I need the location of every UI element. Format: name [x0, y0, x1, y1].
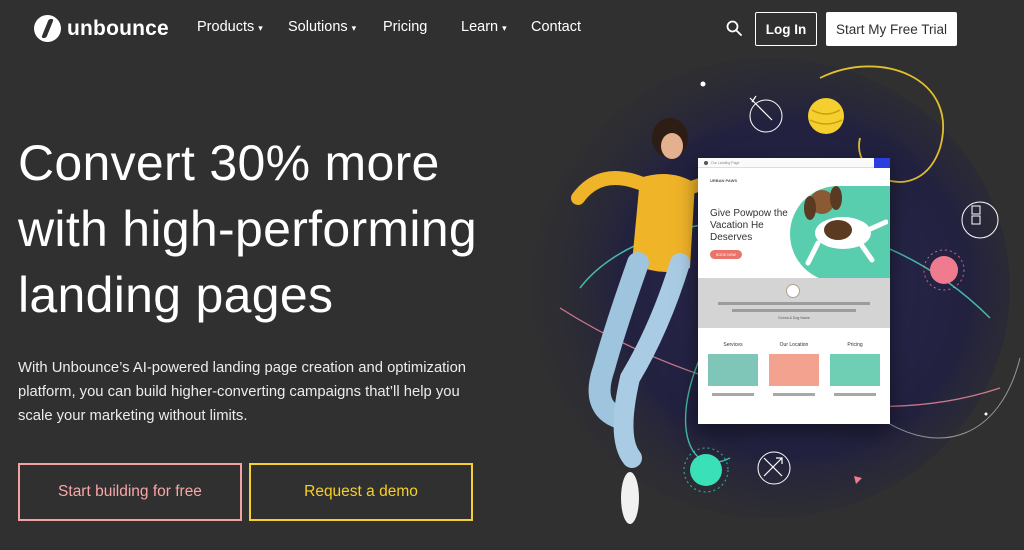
- request-demo-button[interactable]: Request a demo: [249, 463, 473, 521]
- hero-headline: Convert 30% more with high-performing la…: [18, 130, 518, 328]
- start-building-button[interactable]: Start building for free: [18, 463, 242, 521]
- preview-columns: Services Our Location Pricing: [698, 328, 890, 423]
- preview-column-pricing: Pricing: [830, 342, 880, 396]
- location-dog-image: [769, 354, 819, 386]
- preview-text-line: [834, 393, 876, 396]
- nav-item-solutions[interactable]: Solutions ▾: [288, 19, 356, 35]
- landing-page-preview: Our Landing Page URBAN PAWS Give Powpow …: [698, 158, 890, 424]
- browser-label: Our Landing Page: [711, 160, 740, 165]
- hero-subtext: With Unbounce’s AI-powered landing page …: [18, 360, 467, 424]
- preview-column-location: Our Location: [769, 342, 819, 396]
- start-free-trial-button[interactable]: Start My Free Trial: [826, 12, 957, 46]
- nav-label: Contact: [531, 19, 581, 35]
- preview-text-line: [718, 302, 870, 305]
- nav-label: Solutions: [288, 19, 348, 35]
- green-ball: [690, 454, 722, 486]
- nav-item-products[interactable]: Products ▾: [197, 19, 263, 35]
- nav-item-learn[interactable]: Learn ▾: [461, 19, 507, 35]
- preview-text-line: [773, 393, 815, 396]
- yellow-ball: [808, 98, 844, 134]
- nav-label: Pricing: [383, 19, 428, 35]
- preview-testimonial: Donna & Dog Name: [698, 278, 890, 328]
- preview-title: Give Powpow the Vacation He Deserves: [710, 208, 788, 243]
- column-label: Pricing: [847, 342, 863, 348]
- preview-brand: URBAN PAWS: [710, 178, 738, 183]
- pink-ball: [930, 256, 958, 284]
- search-icon[interactable]: [726, 20, 742, 36]
- preview-testimonial-name: Donna & Dog Name: [778, 316, 810, 320]
- chevron-down-icon: ▾: [258, 22, 263, 33]
- nav-item-pricing[interactable]: Pricing: [383, 19, 427, 35]
- pricing-dog-image: [830, 354, 880, 386]
- nav-item-contact[interactable]: Contact: [531, 19, 581, 35]
- unbounce-logo-icon: [34, 15, 61, 42]
- chevron-down-icon: ▾: [351, 22, 357, 33]
- top-navigation: unbounce Products ▾ Solutions ▾ Pricing …: [0, 0, 1024, 58]
- preview-book-button: BOOK NOW: [710, 250, 742, 259]
- preview-text-line: [712, 393, 754, 396]
- preview-avatar: [786, 284, 800, 298]
- jumping-dog-image: [804, 186, 888, 266]
- nav-label: Products: [197, 19, 255, 35]
- chevron-down-icon: ▾: [502, 22, 507, 33]
- logo-text: unbounce: [67, 16, 169, 40]
- headline-line: landing pages: [18, 267, 334, 323]
- headline-line: Convert 30% more: [18, 135, 440, 191]
- preview-column-services: Services: [708, 342, 758, 396]
- nav-label: Learn: [461, 19, 499, 35]
- column-label: Services: [723, 342, 743, 348]
- preview-text-line: [732, 309, 856, 312]
- browser-button: [874, 158, 890, 168]
- browser-dot-icon: [704, 160, 708, 165]
- services-dog-image: [708, 354, 758, 386]
- unbounce-logo[interactable]: unbounce: [34, 15, 169, 42]
- preview-browser-bar: Our Landing Page: [698, 158, 890, 168]
- preview-hero: URBAN PAWS Give Powpow the Vacation He D…: [698, 168, 890, 282]
- login-button[interactable]: Log In: [755, 12, 817, 46]
- headline-line: with high-performing: [18, 201, 477, 257]
- column-label: Our Location: [779, 342, 809, 348]
